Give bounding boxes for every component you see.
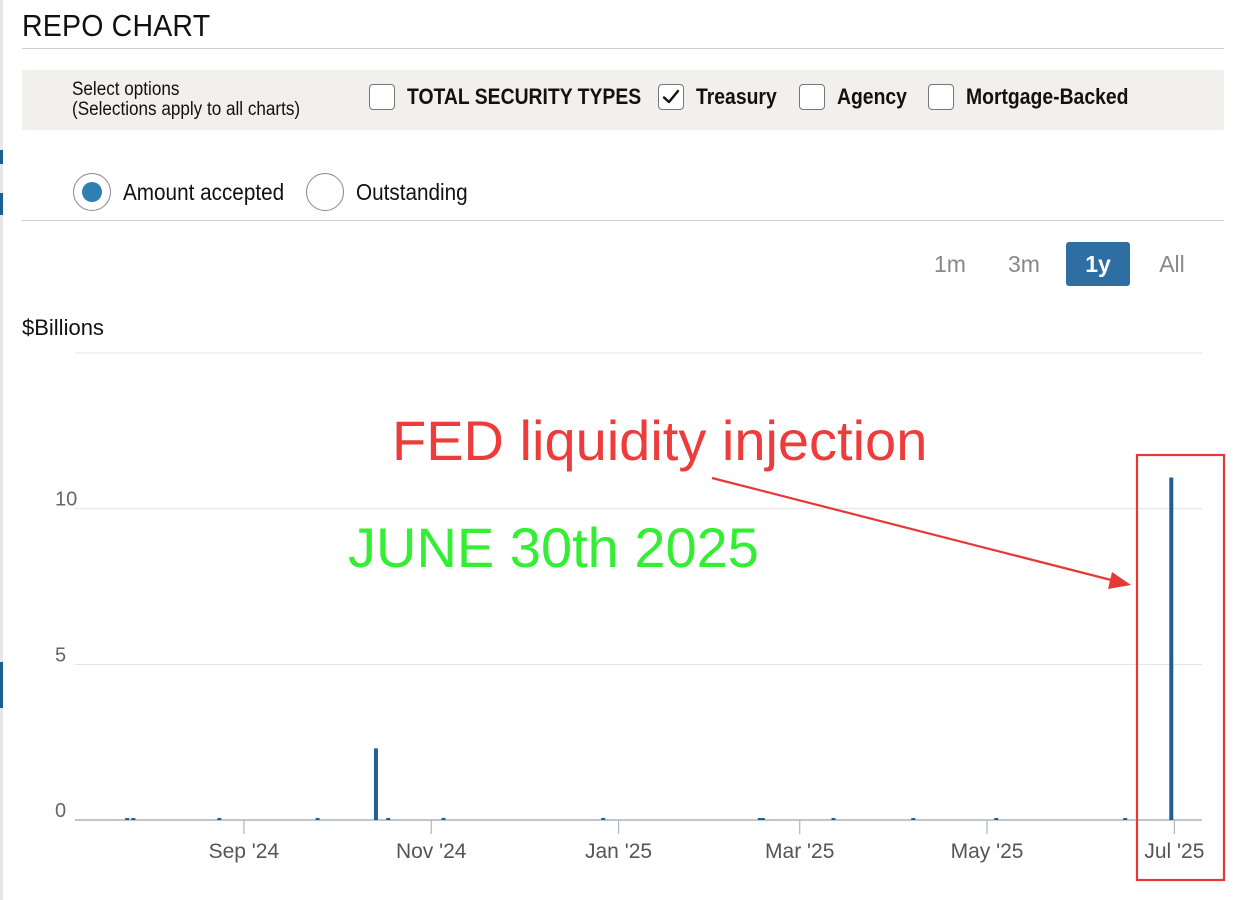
data-bar [217,818,222,820]
y-tick-label: 0 [55,800,66,822]
x-tick-label: Nov '24 [396,840,467,863]
data-bar [386,818,391,820]
data-bar [125,818,130,820]
y-tick-label: 10 [55,489,77,511]
annotation-fed-liquidity-injection: FED liquidity injection [392,409,927,472]
data-bar [315,818,320,820]
data-bar [131,818,136,820]
x-tick-label: May '25 [951,840,1024,863]
data-bar [831,818,836,820]
repo-chart: 0 5 10 Sep '24 Nov '24 Jan '25 Mar '25 May '25 J… [55,352,1226,882]
annotation-arrow-head [1108,572,1131,589]
x-tick-label: Mar '25 [765,840,834,863]
y-tick-label: 5 [55,644,66,666]
data-bar [760,818,765,820]
x-tick-label: Jan '25 [585,840,652,863]
data-bar [601,818,606,820]
data-bar [441,818,446,820]
x-tick-label: Sep '24 [209,840,280,863]
annotation-arrow-line [711,476,1116,583]
highlight-box [1135,453,1226,882]
data-bar [911,818,916,820]
data-bar [373,748,378,820]
data-bar [1169,477,1174,820]
x-tick-label: Jul '25 [1144,840,1204,863]
annotation-june-30th-2025: JUNE 30th 2025 [348,516,759,579]
data-bar [994,818,999,820]
data-bar [1123,818,1128,820]
